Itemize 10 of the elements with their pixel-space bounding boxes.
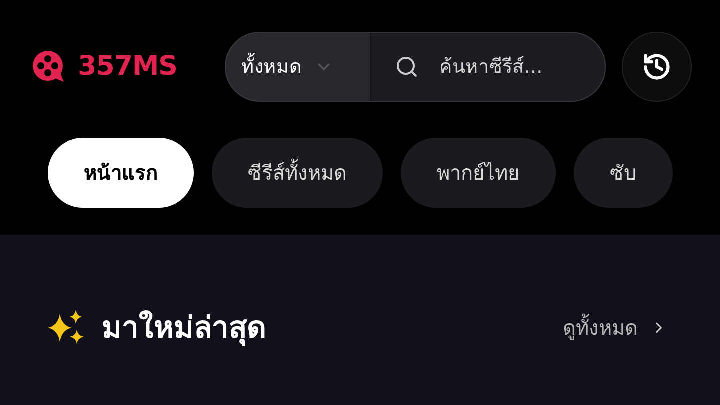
- nav-tab[interactable]: ซีรีส์ทั้งหมด: [212, 138, 383, 208]
- history-icon: [642, 52, 672, 82]
- nav-tab[interactable]: พากย์ไทย: [401, 138, 556, 208]
- section-title: มาใหม่ล่าสุด: [102, 310, 266, 348]
- film-reel-icon: [32, 50, 66, 84]
- see-all-link[interactable]: ดูทั้งหมด: [563, 313, 668, 343]
- nav-tab[interactable]: หน้าแรก: [48, 138, 194, 208]
- nav-tab[interactable]: ซับ: [574, 138, 673, 208]
- logo-text: 357MS: [78, 50, 178, 84]
- sparkles-icon: [48, 310, 86, 346]
